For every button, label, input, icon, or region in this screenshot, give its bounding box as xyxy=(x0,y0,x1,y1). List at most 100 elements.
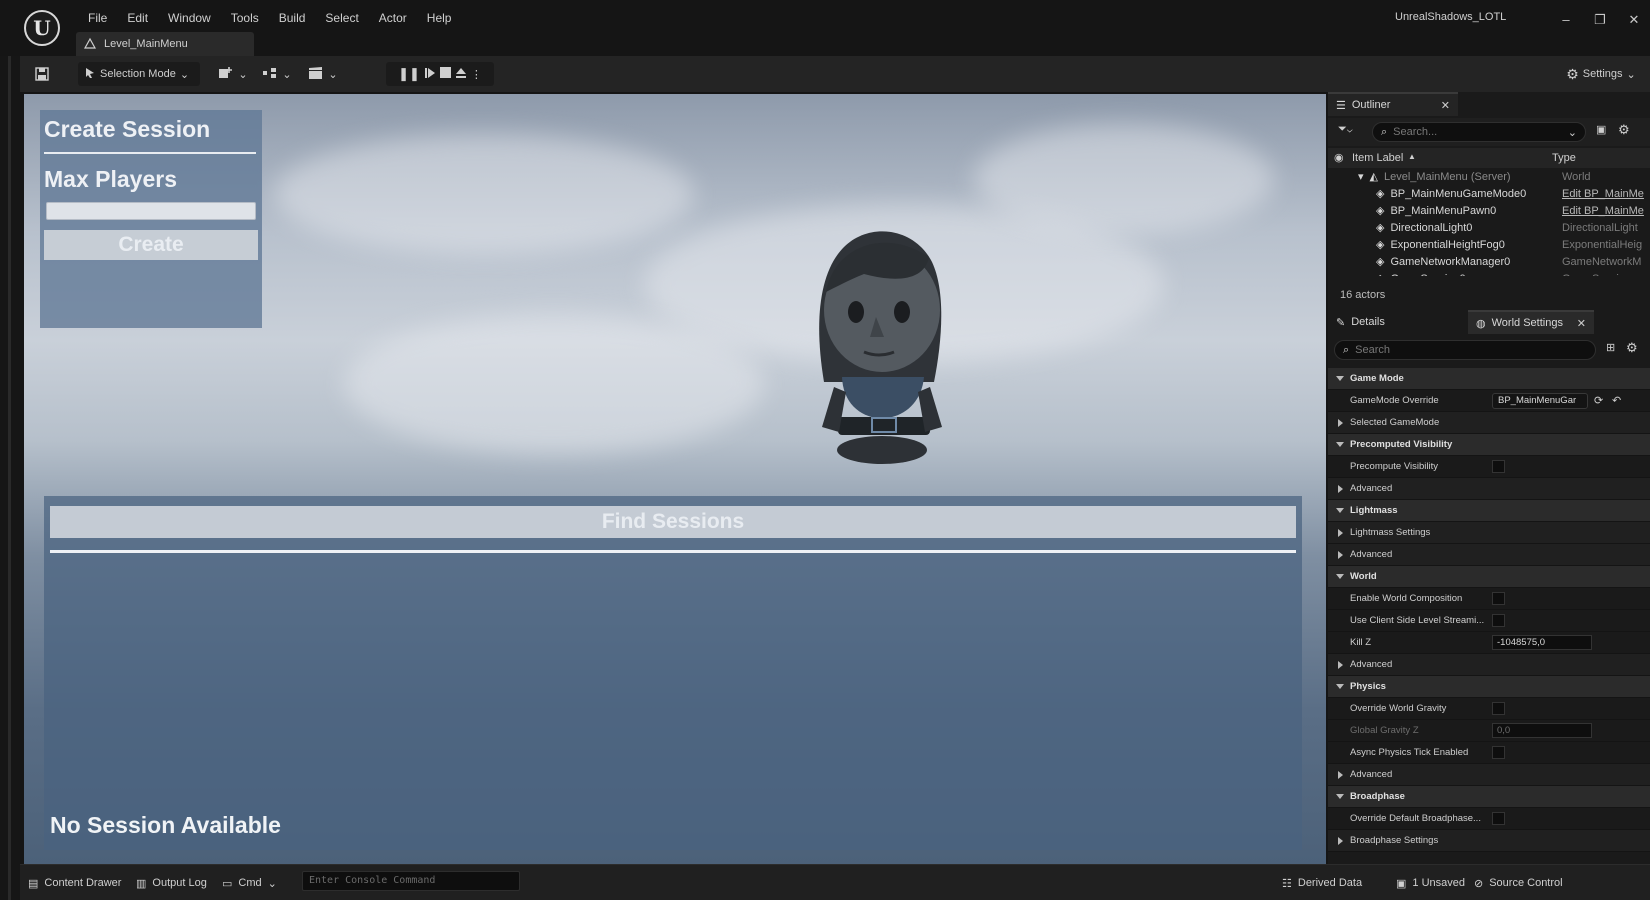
details-subcategory[interactable]: Lightmass Settings xyxy=(1328,522,1650,544)
column-type[interactable]: Type xyxy=(1552,152,1576,164)
selection-mode-dropdown[interactable]: Selection Mode ⌄ xyxy=(78,62,200,86)
property-checkbox[interactable] xyxy=(1492,614,1505,627)
property-checkbox[interactable] xyxy=(1492,592,1505,605)
expand-arrow-icon[interactable] xyxy=(1338,528,1343,537)
add-folder-icon[interactable]: ▣ xyxy=(1596,123,1606,136)
menu-window[interactable]: Window xyxy=(158,9,221,27)
expand-arrow-icon[interactable]: ▾ xyxy=(1358,170,1364,183)
details-category[interactable]: Game Mode xyxy=(1328,368,1650,390)
tab-world-settings[interactable]: ◍ World Settings ✕ xyxy=(1468,310,1594,334)
outliner-row[interactable]: ◈ BP_MainMenuGameMode0 Edit BP_MainMe xyxy=(1328,185,1650,202)
details-category[interactable]: Precomputed Visibility xyxy=(1328,434,1650,456)
reset-icon[interactable]: ↶ xyxy=(1612,394,1621,407)
menu-file[interactable]: File xyxy=(78,9,117,27)
cmd-dropdown[interactable]: ▭ Cmd ⌄ xyxy=(222,874,277,892)
details-category[interactable]: World xyxy=(1328,566,1650,588)
menu-select[interactable]: Select xyxy=(315,9,368,27)
property-checkbox[interactable] xyxy=(1492,812,1505,825)
max-players-input[interactable] xyxy=(46,202,256,220)
collapse-arrow-icon[interactable] xyxy=(1336,684,1344,689)
details-category[interactable]: Physics xyxy=(1328,676,1650,698)
filter-icon[interactable]: ⏷⌄ xyxy=(1338,123,1353,136)
outliner-row[interactable]: ▾ ◭ Level_MainMenu (Server) World xyxy=(1328,168,1650,185)
details-subcategory[interactable]: Advanced xyxy=(1328,654,1650,676)
gear-icon[interactable]: ⚙ xyxy=(1618,122,1630,138)
outliner-row-type[interactable]: Edit BP_MainMe xyxy=(1562,205,1646,217)
menu-help[interactable]: Help xyxy=(417,9,462,27)
gamemode-dropdown[interactable]: BP_MainMenuGar xyxy=(1492,392,1588,409)
menu-build[interactable]: Build xyxy=(269,9,316,27)
details-search-input[interactable]: ⌕ Search xyxy=(1334,340,1596,360)
property-checkbox[interactable] xyxy=(1492,746,1505,759)
property-checkbox[interactable] xyxy=(1492,702,1505,715)
close-icon[interactable]: ✕ xyxy=(1577,317,1586,330)
expand-arrow-icon[interactable] xyxy=(1338,418,1343,427)
unsaved-button[interactable]: ▣ 1 Unsaved xyxy=(1396,874,1465,892)
close-window-icon[interactable]: ✕ xyxy=(1626,12,1642,28)
visibility-eye-icon[interactable]: ◉ xyxy=(1334,151,1344,164)
menu-actor[interactable]: Actor xyxy=(369,9,417,27)
outliner-search-input[interactable]: ⌕ Search... ⌄ xyxy=(1372,122,1586,142)
settings-button[interactable]: ⚙ Settings ⌄ xyxy=(1558,62,1644,86)
collapse-arrow-icon[interactable] xyxy=(1336,442,1344,447)
blueprint-button[interactable]: ⌄ xyxy=(260,62,294,86)
outliner-row[interactable]: ◈ GameSession0 GameSession xyxy=(1328,270,1650,277)
details-subcategory[interactable]: Selected GameMode xyxy=(1328,412,1650,434)
cinematics-button[interactable]: ⌄ xyxy=(306,62,340,86)
console-command-input[interactable]: Enter Console Command xyxy=(302,871,520,891)
menu-tools[interactable]: Tools xyxy=(221,9,269,27)
source-control-button[interactable]: ⊘ Source Control xyxy=(1474,874,1563,892)
more-options-icon[interactable]: ⋮ xyxy=(471,68,482,81)
details-subcategory[interactable]: Advanced xyxy=(1328,764,1650,786)
stop-icon[interactable] xyxy=(439,67,451,81)
outliner-row[interactable]: ◈ DirectionalLight0 DirectionalLight xyxy=(1328,219,1650,236)
step-icon[interactable] xyxy=(424,67,436,82)
gear-icon[interactable]: ⚙ xyxy=(1626,340,1638,356)
eject-icon[interactable] xyxy=(455,67,467,82)
unreal-logo-icon[interactable]: U xyxy=(24,10,60,46)
add-actor-button[interactable]: ⌄ xyxy=(216,62,250,86)
collapse-arrow-icon[interactable] xyxy=(1336,574,1344,579)
outliner-search-placeholder: Search... xyxy=(1393,126,1438,138)
property-name: World xyxy=(1350,571,1377,582)
table-view-icon[interactable]: ⊞ xyxy=(1606,341,1615,354)
expand-arrow-icon[interactable] xyxy=(1338,836,1343,845)
pause-icon[interactable]: ❚❚ xyxy=(398,66,420,82)
tab-details[interactable]: ✎ Details xyxy=(1328,310,1466,334)
find-sessions-button[interactable]: Find Sessions xyxy=(50,506,1296,538)
property-checkbox[interactable] xyxy=(1492,460,1505,473)
expand-arrow-icon[interactable] xyxy=(1338,484,1343,493)
tab-outliner[interactable]: ☰ Outliner ✕ xyxy=(1328,92,1458,116)
level-tab[interactable]: Level_MainMenu xyxy=(76,32,254,56)
outliner-row[interactable]: ◈ BP_MainMenuPawn0 Edit BP_MainMe xyxy=(1328,202,1650,219)
collapse-arrow-icon[interactable] xyxy=(1336,376,1344,381)
minimize-icon[interactable]: – xyxy=(1558,12,1574,28)
menu-edit[interactable]: Edit xyxy=(117,9,158,27)
details-category[interactable]: Lightmass xyxy=(1328,500,1650,522)
browse-icon[interactable]: ⟳ xyxy=(1594,394,1603,407)
level-viewport[interactable]: Create Session Max Players Create Find S… xyxy=(24,94,1326,864)
outliner-row[interactable]: ◈ ExponentialHeightFog0 ExponentialHeig xyxy=(1328,236,1650,253)
collapse-arrow-icon[interactable] xyxy=(1336,794,1344,799)
details-category[interactable]: Broadphase xyxy=(1328,786,1650,808)
details-subcategory[interactable]: Broadphase Settings xyxy=(1328,830,1650,852)
output-log-button[interactable]: ▥ Output Log xyxy=(136,874,207,892)
details-subcategory[interactable]: Advanced xyxy=(1328,544,1650,566)
outliner-row-type[interactable]: Edit BP_MainMe xyxy=(1562,188,1646,200)
create-button[interactable]: Create xyxy=(44,230,258,260)
save-icon[interactable] xyxy=(30,62,54,86)
outliner-row[interactable]: ◈ GameNetworkManager0 GameNetworkM xyxy=(1328,253,1650,270)
expand-arrow-icon[interactable] xyxy=(1338,550,1343,559)
collapse-arrow-icon[interactable] xyxy=(1336,508,1344,513)
property-value-input[interactable]: -1048575,0 xyxy=(1492,635,1592,650)
expand-arrow-icon[interactable] xyxy=(1338,770,1343,779)
property-value-input[interactable]: 0,0 xyxy=(1492,723,1592,738)
expand-arrow-icon[interactable] xyxy=(1338,660,1343,669)
restore-icon[interactable]: ❐ xyxy=(1592,12,1608,28)
outliner-list: ▾ ◭ Level_MainMenu (Server) World ◈ BP_MainMe… xyxy=(1328,168,1650,277)
details-subcategory[interactable]: Advanced xyxy=(1328,478,1650,500)
column-item-label[interactable]: Item Label xyxy=(1352,152,1403,164)
close-icon[interactable]: ✕ xyxy=(1441,99,1450,112)
derived-data-button[interactable]: ☷ Derived Data xyxy=(1282,874,1362,892)
content-drawer-button[interactable]: ▤ Content Drawer xyxy=(28,874,121,892)
